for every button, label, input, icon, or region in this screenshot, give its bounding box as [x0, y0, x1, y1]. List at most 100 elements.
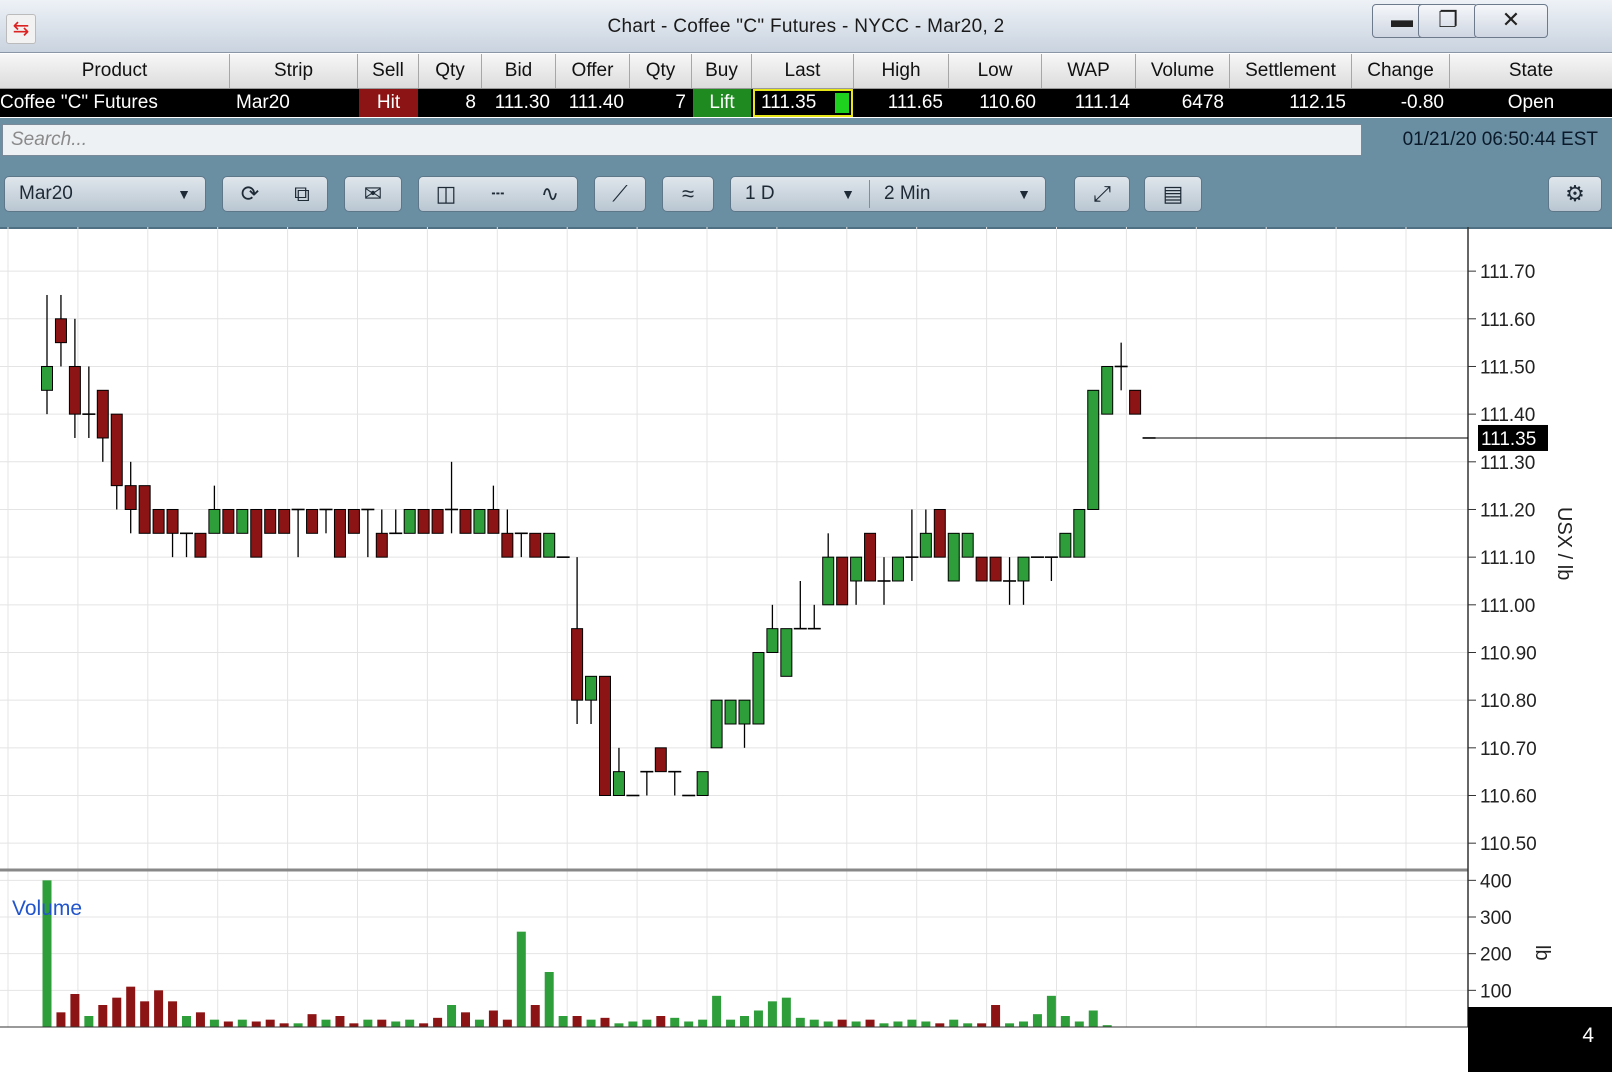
price-tick-label: 110.50 — [1480, 834, 1537, 855]
candle-up — [543, 532, 556, 558]
candle-down — [599, 675, 611, 796]
volume-bar — [391, 1021, 401, 1027]
candle-up — [1059, 532, 1072, 558]
ohlc-bar-icon[interactable]: ┄ — [475, 177, 521, 211]
volume-bar — [809, 1019, 819, 1027]
settings-button[interactable]: ⚙ — [1548, 176, 1602, 212]
detach-icon[interactable]: ⧉ — [279, 177, 325, 211]
chevron-down-icon: ▼ — [1017, 186, 1031, 202]
volume-bar — [740, 1016, 749, 1027]
candle-up — [41, 365, 53, 391]
candle-down — [417, 508, 430, 534]
interval-dropdown-value: 2 Min — [884, 183, 931, 204]
volume-bar — [140, 1001, 150, 1027]
refresh-icon[interactable]: ⟳ — [227, 177, 273, 211]
volume-bar — [1032, 1014, 1042, 1027]
volume-bar — [977, 1023, 987, 1027]
price-tick-label: 111.70 — [1480, 262, 1535, 283]
volume-bar — [795, 1017, 805, 1027]
volume-bar — [447, 1005, 457, 1027]
candle-down — [138, 485, 151, 534]
candle-down — [306, 508, 319, 534]
col-header-bid[interactable]: Bid — [482, 54, 556, 88]
lift-button[interactable]: Lift — [693, 89, 751, 117]
candle-down — [487, 508, 500, 534]
volume-tick-label: 400 — [1480, 871, 1512, 892]
col-header-low[interactable]: Low — [949, 54, 1042, 88]
price-volume-chart[interactable]: 111.70 111.60 111.50 111.40 111.30 111.20 111.… — [0, 227, 1612, 1073]
search-input[interactable] — [2, 124, 1362, 156]
draw-line-icon: ⟋ — [612, 181, 628, 206]
col-header-last[interactable]: Last — [752, 54, 854, 88]
col-header-state[interactable]: State — [1450, 54, 1612, 88]
price-tick-label: 110.60 — [1480, 786, 1537, 807]
col-header-offer[interactable]: Offer — [556, 54, 630, 88]
cell-bid: 111.30 — [494, 92, 550, 113]
close-button[interactable]: ✕ — [1474, 4, 1548, 38]
price-tick-label: 111.10 — [1480, 548, 1535, 569]
contract-dropdown[interactable]: Mar20 ▼ — [4, 176, 206, 212]
close-icon: ✕ — [1501, 7, 1521, 32]
col-header-bid-qty[interactable]: Qty — [419, 54, 482, 88]
col-header-offer-qty[interactable]: Qty — [630, 54, 692, 88]
candle-down — [654, 747, 667, 773]
volume-bar — [321, 1019, 331, 1027]
restore-button[interactable]: ❐ — [1418, 4, 1478, 38]
candle-down — [333, 508, 346, 558]
candlestick-icon[interactable]: ◫ — [423, 177, 469, 211]
chart-panel[interactable]: 111.70 111.60 111.50 111.40 111.30 111.20 111.… — [0, 227, 1612, 1073]
overlay-icon: ≈ — [681, 181, 695, 206]
volume-axis-unit-label: lb — [1531, 945, 1553, 961]
overlay-button[interactable]: ≈ — [662, 176, 714, 212]
col-header-volume[interactable]: Volume — [1136, 54, 1230, 88]
candle-down — [278, 508, 291, 534]
price-tick-label: 110.70 — [1480, 739, 1537, 760]
price-tick-label: 111.30 — [1480, 453, 1535, 474]
col-header-sell[interactable]: Sell — [358, 54, 419, 88]
candle-up — [473, 508, 486, 534]
volume-bar — [921, 1021, 931, 1027]
volume-bar — [1046, 995, 1056, 1027]
volume-bar — [335, 1016, 345, 1027]
candle-up — [208, 508, 221, 534]
volume-bar — [209, 1019, 219, 1027]
draw-tool-button[interactable]: ⟋ — [594, 176, 646, 212]
volume-bar — [70, 994, 80, 1027]
col-header-settlement[interactable]: Settlement — [1230, 54, 1352, 88]
candle-down — [836, 556, 849, 606]
candle-down — [571, 628, 584, 701]
volume-bar — [767, 1001, 777, 1027]
cell-product: Coffee "C" Futures — [0, 92, 158, 113]
interval-dropdown[interactable]: 2 Min ▼ — [870, 177, 1045, 211]
candle-down — [375, 532, 388, 558]
col-header-high[interactable]: High — [854, 54, 949, 88]
volume-bar — [823, 1021, 833, 1027]
volume-bar — [168, 1001, 178, 1027]
candle-up — [724, 699, 737, 725]
volume-bar — [1019, 1021, 1028, 1027]
fullscreen-button[interactable]: ⤢ — [1074, 176, 1130, 212]
col-header-change[interactable]: Change — [1352, 54, 1450, 88]
col-header-product[interactable]: Product — [0, 54, 230, 88]
volume-bar — [1088, 1010, 1098, 1027]
volume-bar — [851, 1021, 861, 1027]
col-header-strip[interactable]: Strip — [230, 54, 358, 88]
volume-bar — [670, 1017, 680, 1027]
col-header-wap[interactable]: WAP — [1042, 54, 1136, 88]
candle-up — [961, 532, 974, 558]
volume-bar — [865, 1019, 875, 1027]
volume-bar — [837, 1019, 847, 1027]
indicator-button[interactable]: ▤ — [1144, 176, 1202, 212]
period-dropdown[interactable]: 1 D ▼ — [731, 177, 869, 211]
quote-row[interactable]: Coffee "C" Futures Mar20 Hit 8 111.30 11… — [0, 89, 1612, 117]
axes: 111.70 111.60 111.50 111.40 111.30 111.20 111.… — [0, 227, 1612, 1073]
hit-button[interactable]: Hit — [359, 89, 418, 117]
template-button[interactable]: ✉ — [344, 176, 402, 212]
col-header-buy[interactable]: Buy — [692, 54, 752, 88]
volume-bar — [251, 1021, 261, 1027]
candle-down — [250, 508, 263, 558]
line-chart-icon[interactable]: ∿ — [527, 177, 573, 211]
quote-header-row: Product Strip Sell Qty Bid Offer Qty Buy… — [0, 54, 1612, 89]
candle-up — [585, 675, 598, 701]
candle-down — [347, 508, 360, 534]
